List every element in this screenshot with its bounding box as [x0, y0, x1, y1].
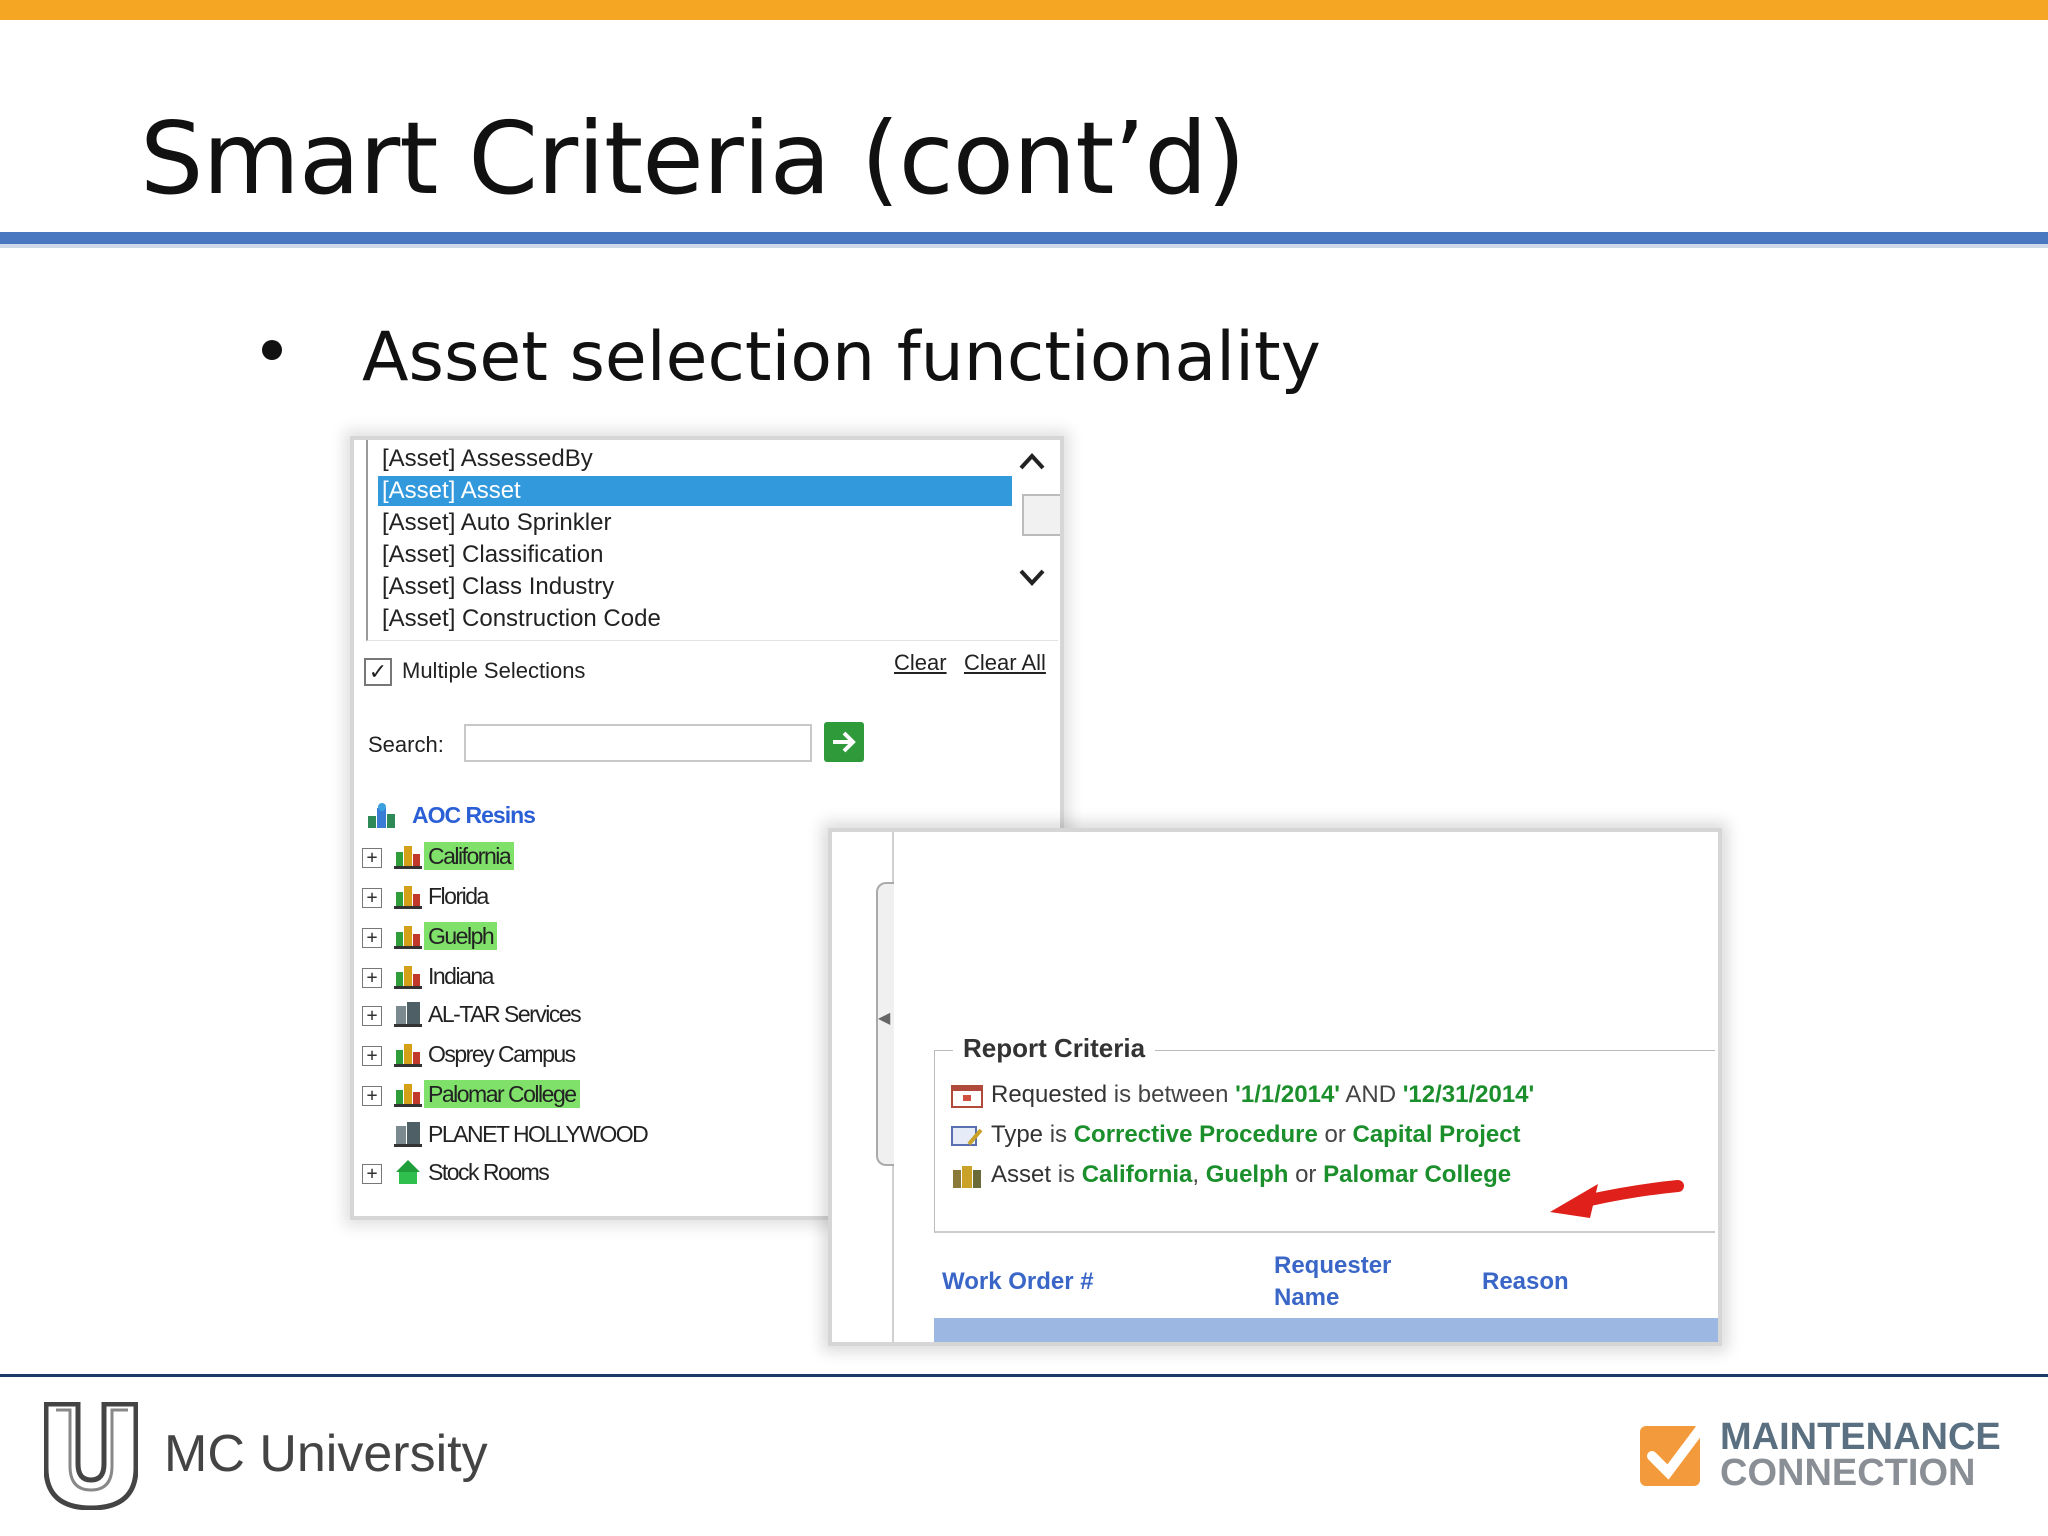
criteria-value: '1/1/2014' [1235, 1081, 1341, 1108]
scroll-down-icon[interactable] [1018, 564, 1046, 595]
expand-icon[interactable]: + [362, 928, 382, 948]
list-item-selected[interactable]: [Asset] Asset [378, 476, 1012, 506]
footer-divider [0, 1374, 2048, 1377]
tree-item-label: Stock Rooms [428, 1159, 550, 1185]
criteria-value: Capital Project [1352, 1121, 1521, 1148]
tree-item-label: Osprey Campus [428, 1041, 576, 1067]
criteria-operator: is [1051, 1161, 1082, 1188]
criteria-value: Palomar College [1323, 1161, 1512, 1188]
criteria-operator: , [1192, 1161, 1206, 1188]
organization-icon [366, 802, 396, 830]
criteria-asset: Asset is California, Guelph or Palomar C… [951, 1161, 1511, 1193]
column-header-reason[interactable]: Reason [1482, 1268, 1569, 1296]
clear-link[interactable]: Clear [894, 650, 947, 676]
building-icon [951, 1164, 983, 1188]
slide-title: Smart Criteria (cont’d) [140, 100, 1246, 217]
arrow-right-icon [833, 731, 856, 753]
criteria-operator: is [1043, 1121, 1074, 1148]
building-colored-icon [394, 842, 424, 870]
form-edit-icon [951, 1124, 983, 1148]
scrollbar-thumb[interactable] [1022, 494, 1060, 536]
criteria-label: Requested [991, 1081, 1108, 1108]
field-listbox[interactable]: [Asset] AssessedBy [Asset] Asset [Asset]… [366, 440, 1060, 641]
criteria-operator: or [1317, 1121, 1353, 1148]
table-header-bar [934, 1318, 1718, 1342]
tree-item-label: PLANET HOLLYWOOD [428, 1121, 649, 1147]
building-gray-icon [394, 1120, 424, 1148]
criteria-label: Asset [991, 1161, 1052, 1188]
house-green-icon [394, 1158, 424, 1186]
building-colored-icon [394, 962, 424, 990]
tree-item-label: California [424, 842, 515, 870]
report-criteria-legend: Report Criteria [953, 1033, 1156, 1064]
list-item[interactable]: [Asset] Auto Sprinkler [378, 508, 1012, 538]
column-header-work-order[interactable]: Work Order # [942, 1268, 1094, 1296]
clear-all-link[interactable]: Clear All [964, 650, 1046, 676]
tree-item-label: AL-TAR Services [428, 1001, 582, 1027]
mc-university-label: MC University [164, 1425, 488, 1483]
expand-icon[interactable]: + [362, 1164, 382, 1184]
expand-icon[interactable]: + [362, 888, 382, 908]
red-arrow-icon [1546, 1172, 1686, 1233]
criteria-value: Guelph [1205, 1161, 1289, 1188]
building-gray-icon [394, 1000, 424, 1028]
criteria-type: Type is Corrective Procedure or Capital … [951, 1121, 1521, 1153]
criteria-operator: or [1288, 1161, 1324, 1188]
list-item[interactable]: [Asset] Classification [378, 540, 1012, 570]
brand-line-2: CONNECTION [1720, 1452, 1976, 1494]
criteria-operator: AND [1340, 1081, 1403, 1108]
building-colored-icon [394, 882, 424, 910]
list-item[interactable]: [Asset] Class Industry [378, 572, 1012, 602]
title-divider [0, 232, 2048, 244]
search-go-button[interactable] [824, 722, 864, 762]
calendar-icon [951, 1084, 983, 1108]
criteria-requested: Requested is between '1/1/2014' AND '12/… [951, 1081, 1534, 1113]
building-colored-icon [394, 922, 424, 950]
building-colored-icon [394, 1080, 424, 1108]
tree-item-label: Palomar College [424, 1080, 580, 1108]
column-header-requester-name[interactable]: Requester Name [1274, 1250, 1424, 1314]
expand-icon[interactable]: + [362, 1046, 382, 1066]
criteria-operator: is between [1107, 1081, 1236, 1108]
tree-item-label: Florida [428, 883, 489, 909]
bullet-text: Asset selection functionality [362, 318, 1321, 397]
top-accent-bar [0, 0, 2048, 20]
criteria-label: Type [991, 1121, 1044, 1148]
multiple-selections-label: Multiple Selections [402, 658, 586, 683]
tree-item-label: Indiana [428, 963, 494, 989]
expand-icon[interactable]: + [362, 848, 382, 868]
expand-icon[interactable]: + [362, 968, 382, 988]
list-item[interactable]: [Asset] AssessedBy [378, 444, 1012, 474]
collapse-arrow-icon[interactable]: ◀ [878, 1008, 890, 1028]
tree-root-aoc-resins[interactable]: AOC Resins [412, 802, 536, 829]
criteria-value: '12/31/2014' [1402, 1081, 1535, 1108]
criteria-value: California [1081, 1161, 1193, 1188]
university-u-logo [43, 1401, 139, 1511]
multiple-selections-checkbox[interactable]: ✓ [364, 658, 392, 686]
scroll-up-icon[interactable] [1018, 448, 1046, 479]
maintenance-connection-check-icon [1636, 1418, 1709, 1490]
title-divider-shadow [0, 244, 2048, 248]
criteria-value: Corrective Procedure [1073, 1121, 1318, 1148]
search-label: Search: [368, 732, 444, 757]
search-input[interactable] [464, 724, 812, 762]
report-criteria-panel: ◀ Report Criteria Requested is between '… [828, 828, 1722, 1346]
bullet-point-icon [262, 340, 282, 360]
expand-icon[interactable]: + [362, 1006, 382, 1026]
tree-item-label: Guelph [424, 922, 498, 950]
list-item[interactable]: [Asset] Construction Code [378, 604, 1012, 634]
building-colored-icon [394, 1040, 424, 1068]
expand-icon[interactable]: + [362, 1086, 382, 1106]
